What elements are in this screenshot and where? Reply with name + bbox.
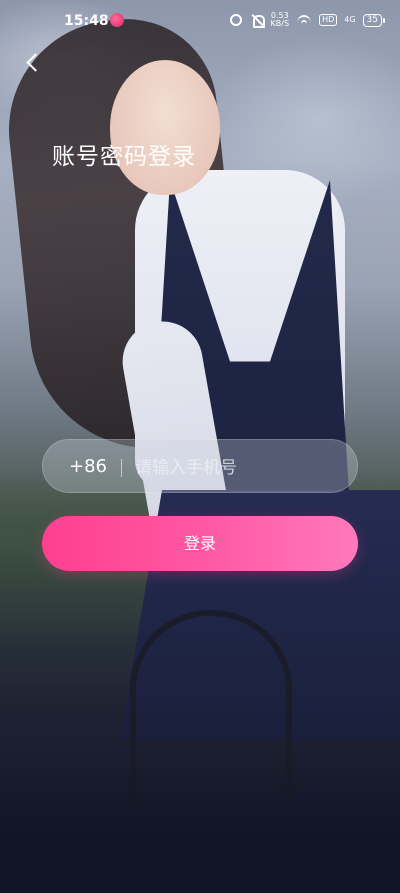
status-time: 15:48 xyxy=(64,13,109,29)
battery-icon: 35 xyxy=(362,13,386,27)
mute-icon xyxy=(250,13,265,28)
phone-input-container[interactable]: +86 xyxy=(42,439,358,493)
status-bar: 15:48 0.53 KB/S HD 4G 35 xyxy=(0,0,400,42)
back-arrow-icon[interactable] xyxy=(20,50,46,76)
alarm-icon xyxy=(229,13,243,27)
hd-badge: HD xyxy=(319,14,338,26)
login-button[interactable]: 登录 xyxy=(42,516,358,571)
app-notification-icon xyxy=(110,13,124,27)
divider xyxy=(121,459,122,477)
page-title: 账号密码登录 xyxy=(52,144,196,170)
network-speed: 0.53 KB/S xyxy=(270,11,290,28)
phone-number-input[interactable] xyxy=(133,451,337,485)
wifi-icon xyxy=(296,13,312,27)
country-code[interactable]: +86 xyxy=(69,456,107,477)
signal-icon: 4G xyxy=(344,15,356,24)
